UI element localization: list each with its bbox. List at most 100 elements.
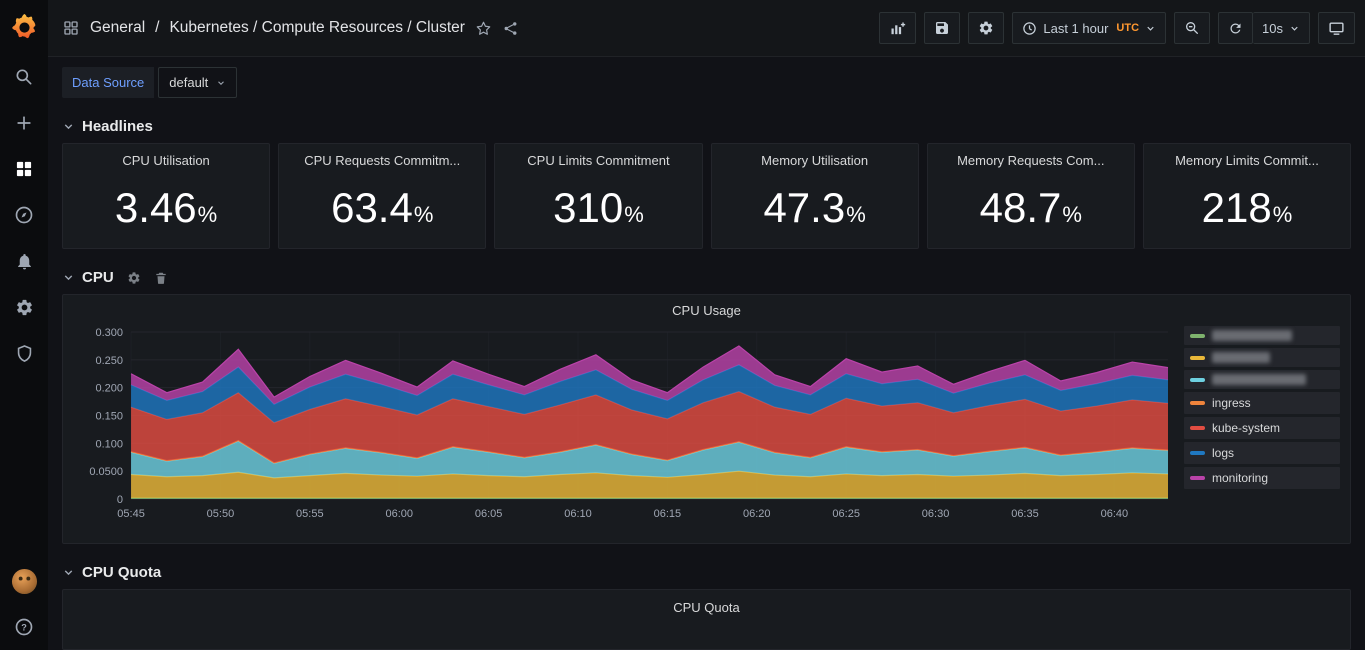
cpu-usage-panel: CPU Usage 05:4505:5005:5506:0006:0506:10… xyxy=(62,294,1351,544)
svg-text:0.150: 0.150 xyxy=(96,411,124,423)
refresh-interval-dropdown[interactable]: 10s xyxy=(1253,12,1310,44)
dashboard-settings-button[interactable] xyxy=(968,12,1004,44)
chart-legend: ingress kube-system logs monitoring xyxy=(1172,324,1342,539)
template-variables-row: Data Source default xyxy=(62,67,1351,98)
svg-text:0: 0 xyxy=(117,494,123,506)
stat-number: 48.7 xyxy=(980,187,1062,229)
sidebar-item-dashboards[interactable] xyxy=(0,146,48,192)
add-panel-button[interactable] xyxy=(879,12,916,44)
svg-text:0.250: 0.250 xyxy=(96,355,124,367)
apps-grid-icon xyxy=(62,19,80,37)
section-title: CPU xyxy=(82,269,114,286)
legend-item-redacted[interactable] xyxy=(1184,348,1340,367)
stat-value: 47.3 % xyxy=(763,187,865,229)
section-title: Headlines xyxy=(82,118,153,135)
datasource-dropdown[interactable]: default xyxy=(158,67,237,98)
legend-item-logs[interactable]: logs xyxy=(1184,442,1340,464)
row-delete-trash-icon[interactable] xyxy=(154,271,168,285)
stat-panel-title[interactable]: Memory Limits Commit... xyxy=(1175,153,1319,168)
sidebar-item-search[interactable] xyxy=(0,54,48,100)
refresh-icon xyxy=(1228,21,1243,36)
refresh-button[interactable] xyxy=(1218,12,1253,44)
star-icon[interactable] xyxy=(475,20,492,37)
stat-unit: % xyxy=(846,202,866,228)
sidebar-item-profile[interactable] xyxy=(0,558,48,604)
stat-unit: % xyxy=(624,202,644,228)
svg-text:05:50: 05:50 xyxy=(207,508,235,520)
breadcrumb-folder[interactable]: General xyxy=(90,19,145,37)
chevron-down-icon xyxy=(1145,23,1156,34)
sidebar-item-create[interactable] xyxy=(0,100,48,146)
svg-text:06:00: 06:00 xyxy=(385,508,413,520)
stat-panel-cpu-requests-commitment: CPU Requests Commitm... 63.4 % xyxy=(278,143,486,249)
time-range-label: Last 1 hour xyxy=(1043,21,1108,36)
time-range-picker[interactable]: Last 1 hour UTC xyxy=(1012,12,1166,44)
stat-panel-title[interactable]: Memory Requests Com... xyxy=(957,153,1104,168)
sidebar-item-configuration[interactable] xyxy=(0,284,48,330)
svg-text:06:05: 06:05 xyxy=(475,508,503,520)
row-settings-gear-icon[interactable] xyxy=(127,271,141,285)
svg-text:0.300: 0.300 xyxy=(96,327,124,339)
legend-color-dash xyxy=(1190,334,1205,338)
legend-color-dash xyxy=(1190,426,1205,430)
dashboards-grid-icon xyxy=(14,159,34,179)
stat-panel-title[interactable]: CPU Limits Commitment xyxy=(527,153,669,168)
timezone-label: UTC xyxy=(1116,22,1139,34)
stat-value: 218 % xyxy=(1202,187,1293,229)
legend-item-monitoring[interactable]: monitoring xyxy=(1184,467,1340,489)
legend-item-redacted[interactable] xyxy=(1184,326,1340,345)
section-header-headlines[interactable]: Headlines xyxy=(62,118,1351,135)
cpu-quota-panel: CPU Quota xyxy=(62,589,1351,650)
svg-text:05:55: 05:55 xyxy=(296,508,324,520)
stat-value: 48.7 % xyxy=(980,187,1082,229)
legend-item-redacted[interactable] xyxy=(1184,370,1340,389)
stat-unit: % xyxy=(1273,202,1293,228)
stat-panel-title[interactable]: CPU Utilisation xyxy=(122,153,209,168)
grafana-app: ? General / Kubernetes / Compute Resourc… xyxy=(0,0,1365,650)
grafana-logo-icon xyxy=(11,14,38,41)
clock-icon xyxy=(1022,21,1037,36)
svg-text:06:30: 06:30 xyxy=(922,508,950,520)
stat-panel-title[interactable]: CPU Requests Commitm... xyxy=(304,153,460,168)
cpu-usage-plot-area[interactable]: 05:4505:5005:5506:0006:0506:1006:1506:20… xyxy=(71,324,1172,539)
panel-title-cpu-usage[interactable]: CPU Usage xyxy=(71,301,1342,324)
legend-color-dash xyxy=(1190,401,1205,405)
grafana-logo[interactable] xyxy=(0,0,48,54)
legend-item-kube-system[interactable]: kube-system xyxy=(1184,417,1340,439)
sidebar-item-help[interactable]: ? xyxy=(0,604,48,650)
legend-item-ingress[interactable]: ingress xyxy=(1184,392,1340,414)
share-icon[interactable] xyxy=(502,20,519,37)
legend-label: ingress xyxy=(1212,396,1251,410)
breadcrumb-dashboard-title[interactable]: Kubernetes / Compute Resources / Cluster xyxy=(169,19,465,37)
save-dashboard-button[interactable] xyxy=(924,12,960,44)
breadcrumb: General / Kubernetes / Compute Resources… xyxy=(62,19,519,37)
section-header-cpu[interactable]: CPU xyxy=(62,269,1351,286)
svg-text:06:25: 06:25 xyxy=(832,508,860,520)
cpu-usage-chart-body: 05:4505:5005:5506:0006:0506:1006:1506:20… xyxy=(71,324,1342,539)
save-icon xyxy=(934,20,950,36)
sidebar-item-server-admin[interactable] xyxy=(0,330,48,376)
stat-unit: % xyxy=(1062,202,1082,228)
legend-label: monitoring xyxy=(1212,471,1268,485)
panel-title-cpu-quota[interactable]: CPU Quota xyxy=(63,598,1350,621)
stat-panel-title[interactable]: Memory Utilisation xyxy=(761,153,868,168)
add-panel-icon xyxy=(889,20,906,37)
section-header-cpu-quota[interactable]: CPU Quota xyxy=(62,564,1351,581)
sidebar-item-alerting[interactable] xyxy=(0,238,48,284)
refresh-picker: 10s xyxy=(1218,12,1310,44)
kiosk-mode-button[interactable] xyxy=(1318,12,1355,44)
svg-text:0.200: 0.200 xyxy=(96,383,124,395)
zoom-out-button[interactable] xyxy=(1174,12,1210,44)
user-avatar xyxy=(11,568,38,595)
headline-stats-row: CPU Utilisation 3.46 % CPU Requests Comm… xyxy=(62,143,1351,249)
stat-panel-cpu-utilisation: CPU Utilisation 3.46 % xyxy=(62,143,270,249)
stat-panel-memory-limits-commitment: Memory Limits Commit... 218 % xyxy=(1143,143,1351,249)
svg-text:?: ? xyxy=(21,622,27,632)
sidebar: ? xyxy=(0,0,48,650)
bell-icon xyxy=(15,252,34,271)
stat-unit: % xyxy=(414,202,434,228)
sidebar-item-explore[interactable] xyxy=(0,192,48,238)
zoom-out-icon xyxy=(1184,20,1200,36)
search-icon xyxy=(14,67,34,87)
breadcrumb-separator: / xyxy=(155,19,159,37)
